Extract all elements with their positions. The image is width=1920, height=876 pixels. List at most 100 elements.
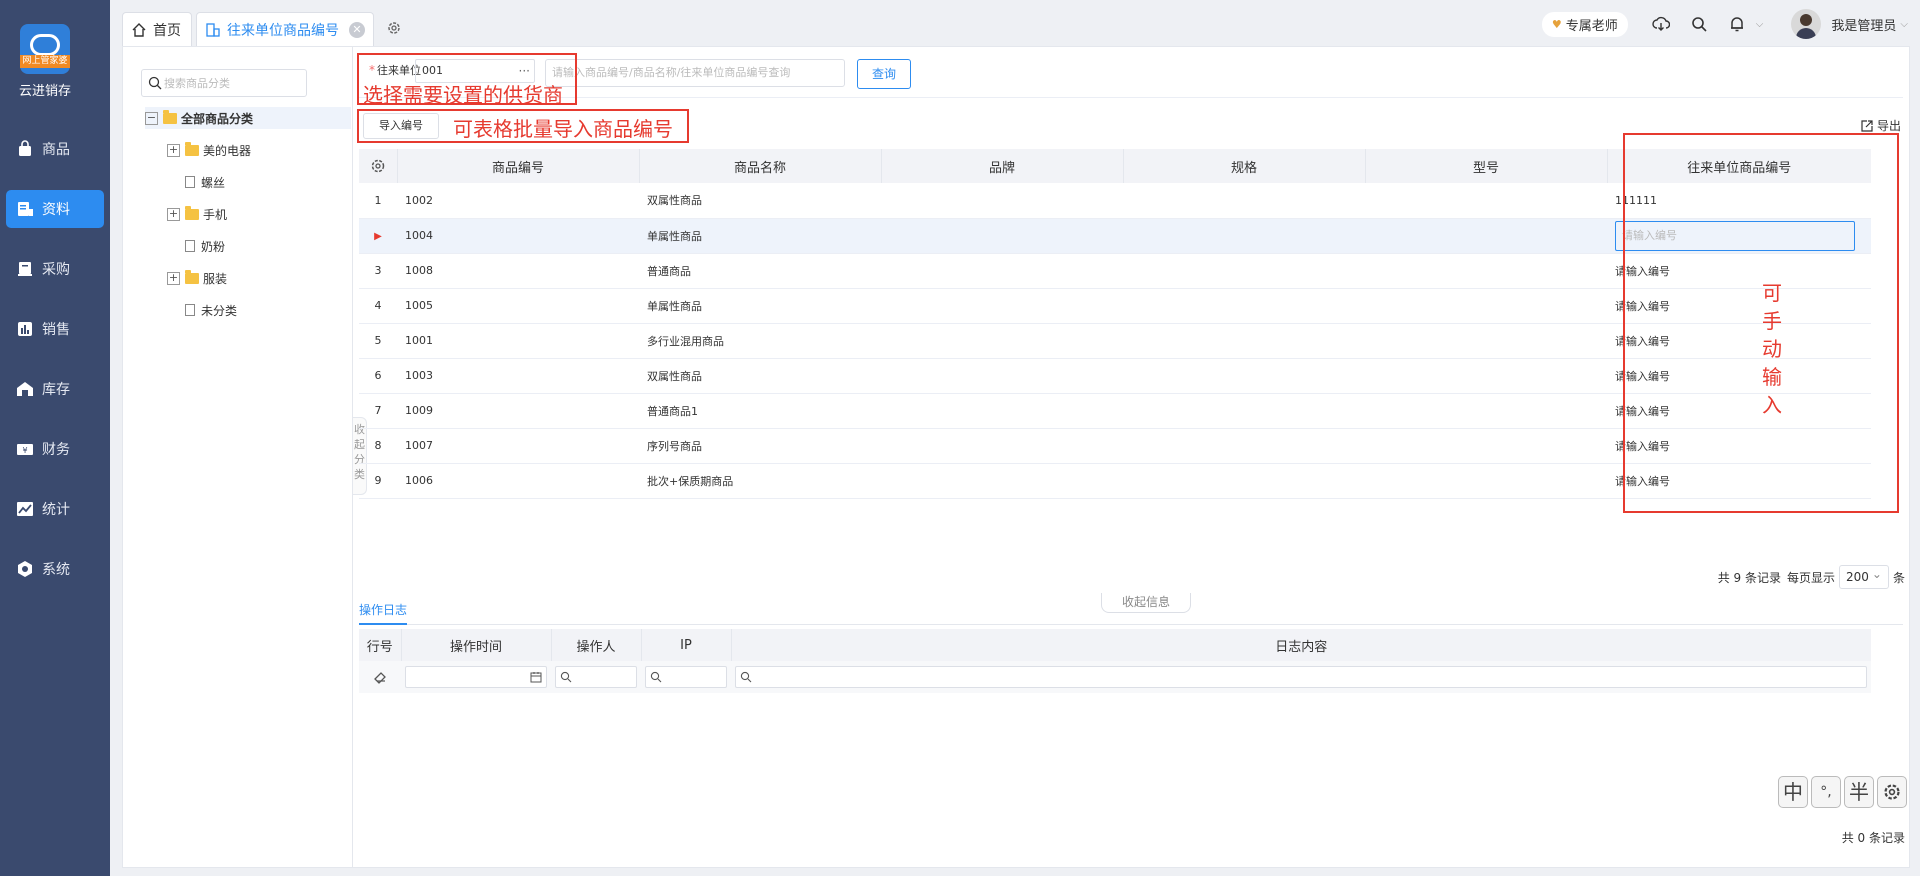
tree-node-midea[interactable]: + 美的电器: [167, 139, 251, 161]
collapse-icon[interactable]: −: [145, 111, 158, 125]
app-logo[interactable]: 网上管家婆: [20, 24, 70, 74]
tree-node-label: 未分类: [201, 303, 238, 318]
nav-item-data[interactable]: 资料: [6, 190, 104, 228]
eraser-icon[interactable]: [372, 669, 388, 685]
column-header[interactable]: 商品名称: [639, 149, 882, 183]
cart-icon: [16, 260, 34, 278]
annotation-supplier-note: 选择需要设置的供货商: [363, 83, 563, 107]
brand-cell: [881, 463, 1123, 499]
tree-node-label: 美的电器: [203, 143, 252, 158]
tree-node-clothing[interactable]: + 服装: [167, 267, 227, 289]
column-header: 操作人: [551, 629, 642, 661]
user-name[interactable]: 我是管理员: [1831, 15, 1896, 34]
ime-toolbar: 中 °, 半: [1778, 776, 1912, 810]
calendar-icon[interactable]: [530, 671, 542, 683]
search-icon[interactable]: [1690, 15, 1708, 33]
nav-label: 商品: [42, 142, 70, 158]
annotation-char: 可: [1762, 281, 1782, 305]
nav-item-inventory[interactable]: 库存: [6, 370, 104, 408]
triangle-right-icon: ▶: [374, 231, 382, 242]
product-code: 1003: [397, 358, 639, 394]
content-area: * 往来单位 001 ··· 请输入商品编号/商品名称/往来单位商品编号查询 查…: [357, 47, 1909, 867]
spec-cell: [1123, 183, 1365, 219]
ime-chinese-toggle[interactable]: 中: [1778, 776, 1808, 808]
vip-badge[interactable]: ♥ 专属老师: [1541, 11, 1628, 37]
chevron-down-icon[interactable]: ⌵: [1900, 19, 1908, 30]
ime-halfwidth-toggle[interactable]: 半: [1844, 776, 1874, 808]
trend-icon: [16, 500, 34, 518]
column-header[interactable]: 商品编号: [397, 149, 640, 183]
operator-filter-input[interactable]: [555, 666, 637, 688]
row-number: 1: [359, 183, 397, 219]
content-filter-input[interactable]: [735, 666, 1867, 688]
export-button[interactable]: 导出: [1860, 117, 1901, 134]
cloud-download-icon[interactable]: [1652, 15, 1670, 33]
page-size-select[interactable]: 200: [1838, 563, 1889, 589]
chevron-down-icon[interactable]: ⌵: [1756, 19, 1764, 30]
warehouse-icon: [16, 380, 34, 398]
ime-punctuation-toggle[interactable]: °,: [1811, 776, 1841, 808]
tree-node-milk-powder[interactable]: 奶粉: [185, 235, 225, 257]
expand-icon[interactable]: +: [167, 271, 180, 285]
close-icon[interactable]: ✕: [349, 21, 365, 38]
clear-filters-cell[interactable]: [359, 661, 401, 693]
ime-settings-gear-icon[interactable]: [1877, 776, 1907, 808]
nav-item-purchase[interactable]: 采购: [6, 250, 104, 288]
ip-filter-input[interactable]: [645, 666, 727, 688]
category-tree: 搜索商品分类 − 全部商品分类 + 美的电器 螺丝 + 手机 奶粉 + 服装 未…: [123, 47, 353, 867]
row-number: 7: [359, 393, 397, 429]
search-icon: [650, 671, 662, 683]
money-icon: ¥: [16, 440, 34, 458]
folder-icon: [185, 269, 199, 284]
brand-name: 云进销存: [18, 84, 71, 99]
tab-home[interactable]: 首页: [122, 12, 192, 46]
current-row-marker: ▶: [359, 218, 397, 254]
time-filter-input[interactable]: [405, 666, 547, 688]
gear-icon[interactable]: [386, 20, 402, 36]
tree-node-screws[interactable]: 螺丝: [185, 171, 225, 193]
tab-label: 往来单位商品编号: [227, 22, 339, 39]
nav-item-finance[interactable]: ¥ 财务: [6, 430, 104, 468]
avatar[interactable]: [1791, 9, 1822, 39]
heart-icon: ♥: [1551, 17, 1562, 31]
column-header[interactable]: 型号: [1365, 149, 1608, 183]
model-cell: [1365, 218, 1607, 254]
tree-node-label: 服装: [203, 271, 228, 286]
tab-operation-log[interactable]: 操作日志: [359, 601, 408, 625]
column-header[interactable]: 品牌: [881, 149, 1124, 183]
fold-info-button[interactable]: 收起信息: [1101, 593, 1191, 613]
tab-partner-product-code[interactable]: 往来单位商品编号 ✕: [196, 12, 374, 46]
column-settings[interactable]: [359, 149, 398, 183]
bag-icon: [16, 140, 34, 158]
tree-search-placeholder: 搜索商品分类: [164, 77, 230, 90]
spec-cell: [1123, 323, 1365, 359]
tree-search-input[interactable]: 搜索商品分类: [141, 69, 307, 97]
spec-cell: [1123, 463, 1365, 499]
tree-node-phones[interactable]: + 手机: [167, 203, 227, 225]
column-header[interactable]: 规格: [1123, 149, 1366, 183]
document-icon: [16, 200, 34, 218]
annotation-import-note: 可表格批量导入商品编号: [453, 117, 673, 141]
nav-item-system[interactable]: 系统: [6, 550, 104, 588]
nav-item-goods[interactable]: 商品: [6, 130, 104, 168]
query-button[interactable]: 查询: [857, 59, 911, 89]
nav-item-sales[interactable]: 销售: [6, 310, 104, 348]
product-search-input[interactable]: 请输入商品编号/商品名称/往来单位商品编号查询: [545, 59, 845, 87]
expand-icon[interactable]: +: [167, 207, 180, 221]
nav-label: 销售: [42, 322, 70, 338]
tab-label: 首页: [153, 22, 181, 39]
expand-icon[interactable]: +: [167, 143, 180, 157]
gear-icon[interactable]: [370, 158, 386, 174]
export-label: 导出: [1876, 119, 1901, 133]
bell-icon[interactable]: [1728, 15, 1746, 33]
tree-node-label: 手机: [203, 207, 228, 222]
model-cell: [1365, 323, 1607, 359]
search-icon: [740, 671, 752, 683]
tree-node-all[interactable]: − 全部商品分类: [145, 107, 351, 129]
spec-cell: [1123, 393, 1365, 429]
nav-item-statistics[interactable]: 统计: [6, 490, 104, 528]
log-table: 行号 操作时间 操作人 IP 日志内容: [359, 629, 1871, 693]
model-cell: [1365, 393, 1607, 429]
tree-node-label: 螺丝: [201, 175, 226, 190]
tree-node-uncategorized[interactable]: 未分类: [185, 299, 237, 321]
